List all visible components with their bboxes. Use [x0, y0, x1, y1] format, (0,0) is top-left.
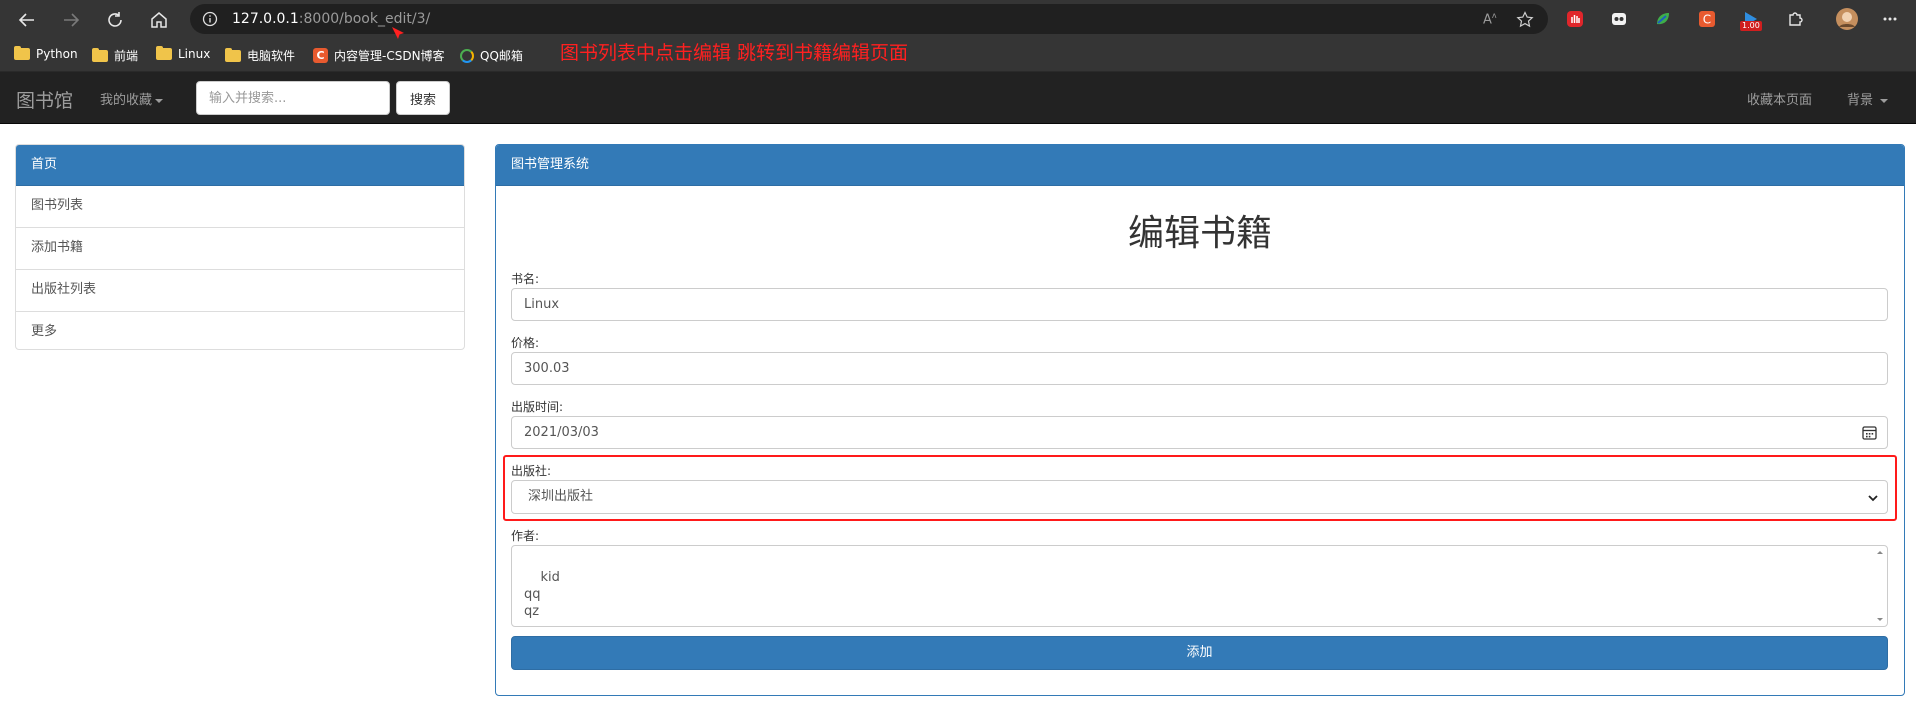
home-button[interactable] — [146, 7, 172, 33]
screenshot-annotation: 图书列表中点击编辑 跳转到书籍编辑页面 — [560, 42, 909, 64]
reload-button[interactable] — [102, 7, 128, 33]
author-textarea[interactable]: kid qq qz — [511, 545, 1888, 627]
annotation-arrow-icon — [392, 27, 404, 39]
bookmarks-bar: Python 前端 Linux 电脑软件 C 内容管理-CSDN博客 QQ邮箱 — [0, 40, 1916, 72]
main-panel-heading: 图书管理系统 — [496, 145, 1904, 186]
publish-date-input[interactable]: 2021/03/03 — [511, 416, 1888, 449]
sidebar-item-book-list[interactable]: 图书列表 — [16, 186, 464, 227]
favorites-dropdown[interactable]: 我的收藏 — [100, 89, 164, 108]
folder-icon — [156, 46, 172, 60]
add-submit-button[interactable]: 添加 — [511, 636, 1888, 670]
extensions-puzzle-icon[interactable] — [1785, 9, 1805, 29]
bookmark-software[interactable]: 电脑软件 — [225, 47, 295, 64]
bookmark-page-link[interactable]: 收藏本页面 — [1747, 89, 1812, 108]
page-title: 编辑书籍 — [1127, 213, 1272, 254]
url-text[interactable]: 127.0.0.1:8000/book_edit/3/ — [232, 11, 430, 27]
caret-down-icon — [155, 98, 164, 103]
home-icon — [151, 12, 167, 28]
publish-date-value: 2021/03/03 — [524, 425, 599, 440]
back-button[interactable] — [14, 7, 40, 33]
annotation-highlight-box — [503, 455, 1897, 521]
background-dropdown[interactable]: 背景 — [1847, 89, 1889, 108]
author-label: 作者: — [511, 529, 540, 543]
bookmark-frontend[interactable]: 前端 — [92, 47, 138, 64]
price-input[interactable]: 300.03 — [511, 352, 1888, 385]
browser-toolbar: 127.0.0.1:8000/book_edit/3/ Aʌ C 1.00 — [0, 0, 1916, 40]
more-menu-icon[interactable] — [1880, 9, 1900, 29]
reload-icon — [108, 12, 122, 27]
textarea-scrollbar[interactable] — [1875, 548, 1885, 624]
author-value: kid qq qz — [524, 570, 560, 619]
bookmark-linux[interactable]: Linux — [156, 46, 210, 61]
sidebar-heading[interactable]: 首页 — [16, 145, 464, 186]
search-input[interactable] — [196, 81, 390, 115]
caret-down-icon — [1880, 98, 1889, 103]
extension-robot-icon[interactable] — [1609, 9, 1629, 29]
bookmark-python[interactable]: Python — [14, 46, 78, 61]
bookmark-csdn[interactable]: C 内容管理-CSDN博客 — [313, 47, 445, 64]
price-label: 价格: — [511, 336, 540, 350]
extension-red-hand-icon[interactable] — [1565, 9, 1585, 29]
favorite-star-icon[interactable] — [1516, 11, 1534, 33]
profile-avatar[interactable] — [1836, 8, 1858, 30]
publish-date-label: 出版时间: — [511, 400, 564, 414]
navbar-brand[interactable]: 图书馆 — [16, 86, 73, 113]
sidebar-panel: 首页 图书列表 添加书籍 出版社列表 更多 — [15, 144, 465, 350]
sidebar-item-add-book[interactable]: 添加书籍 — [16, 227, 464, 269]
bookmark-qqmail[interactable]: QQ邮箱 — [460, 47, 523, 64]
navbar: 图书馆 我的收藏 搜索 收藏本页面 背景 — [0, 72, 1916, 124]
extension-csdn-icon[interactable]: C — [1697, 9, 1717, 29]
sidebar-item-more[interactable]: 更多 — [16, 311, 464, 349]
folder-icon — [225, 47, 241, 62]
svg-text:C: C — [1703, 13, 1711, 27]
folder-icon — [92, 47, 108, 62]
extension-badge: 1.00 — [1740, 21, 1762, 31]
search-button[interactable]: 搜索 — [396, 81, 450, 115]
csdn-icon: C — [313, 48, 328, 63]
read-aloud-icon[interactable]: Aʌ — [1483, 11, 1497, 27]
book-name-label: 书名: — [511, 272, 540, 286]
main-panel: 图书管理系统 编辑书籍 书名: Linux 价格: 300.03 出版时间: 2… — [495, 144, 1905, 696]
extension-leaf-icon[interactable] — [1653, 9, 1673, 29]
qq-mail-icon — [460, 48, 474, 63]
book-name-input[interactable]: Linux — [511, 288, 1888, 321]
forward-button[interactable] — [58, 7, 84, 33]
calendar-icon[interactable] — [1862, 425, 1877, 440]
info-icon[interactable] — [202, 11, 218, 31]
sidebar-list: 图书列表 添加书籍 出版社列表 更多 — [16, 186, 464, 349]
arrow-left-icon — [18, 13, 34, 27]
sidebar-item-publisher-list[interactable]: 出版社列表 — [16, 269, 464, 311]
folder-icon — [14, 46, 30, 60]
arrow-right-icon — [64, 13, 80, 27]
